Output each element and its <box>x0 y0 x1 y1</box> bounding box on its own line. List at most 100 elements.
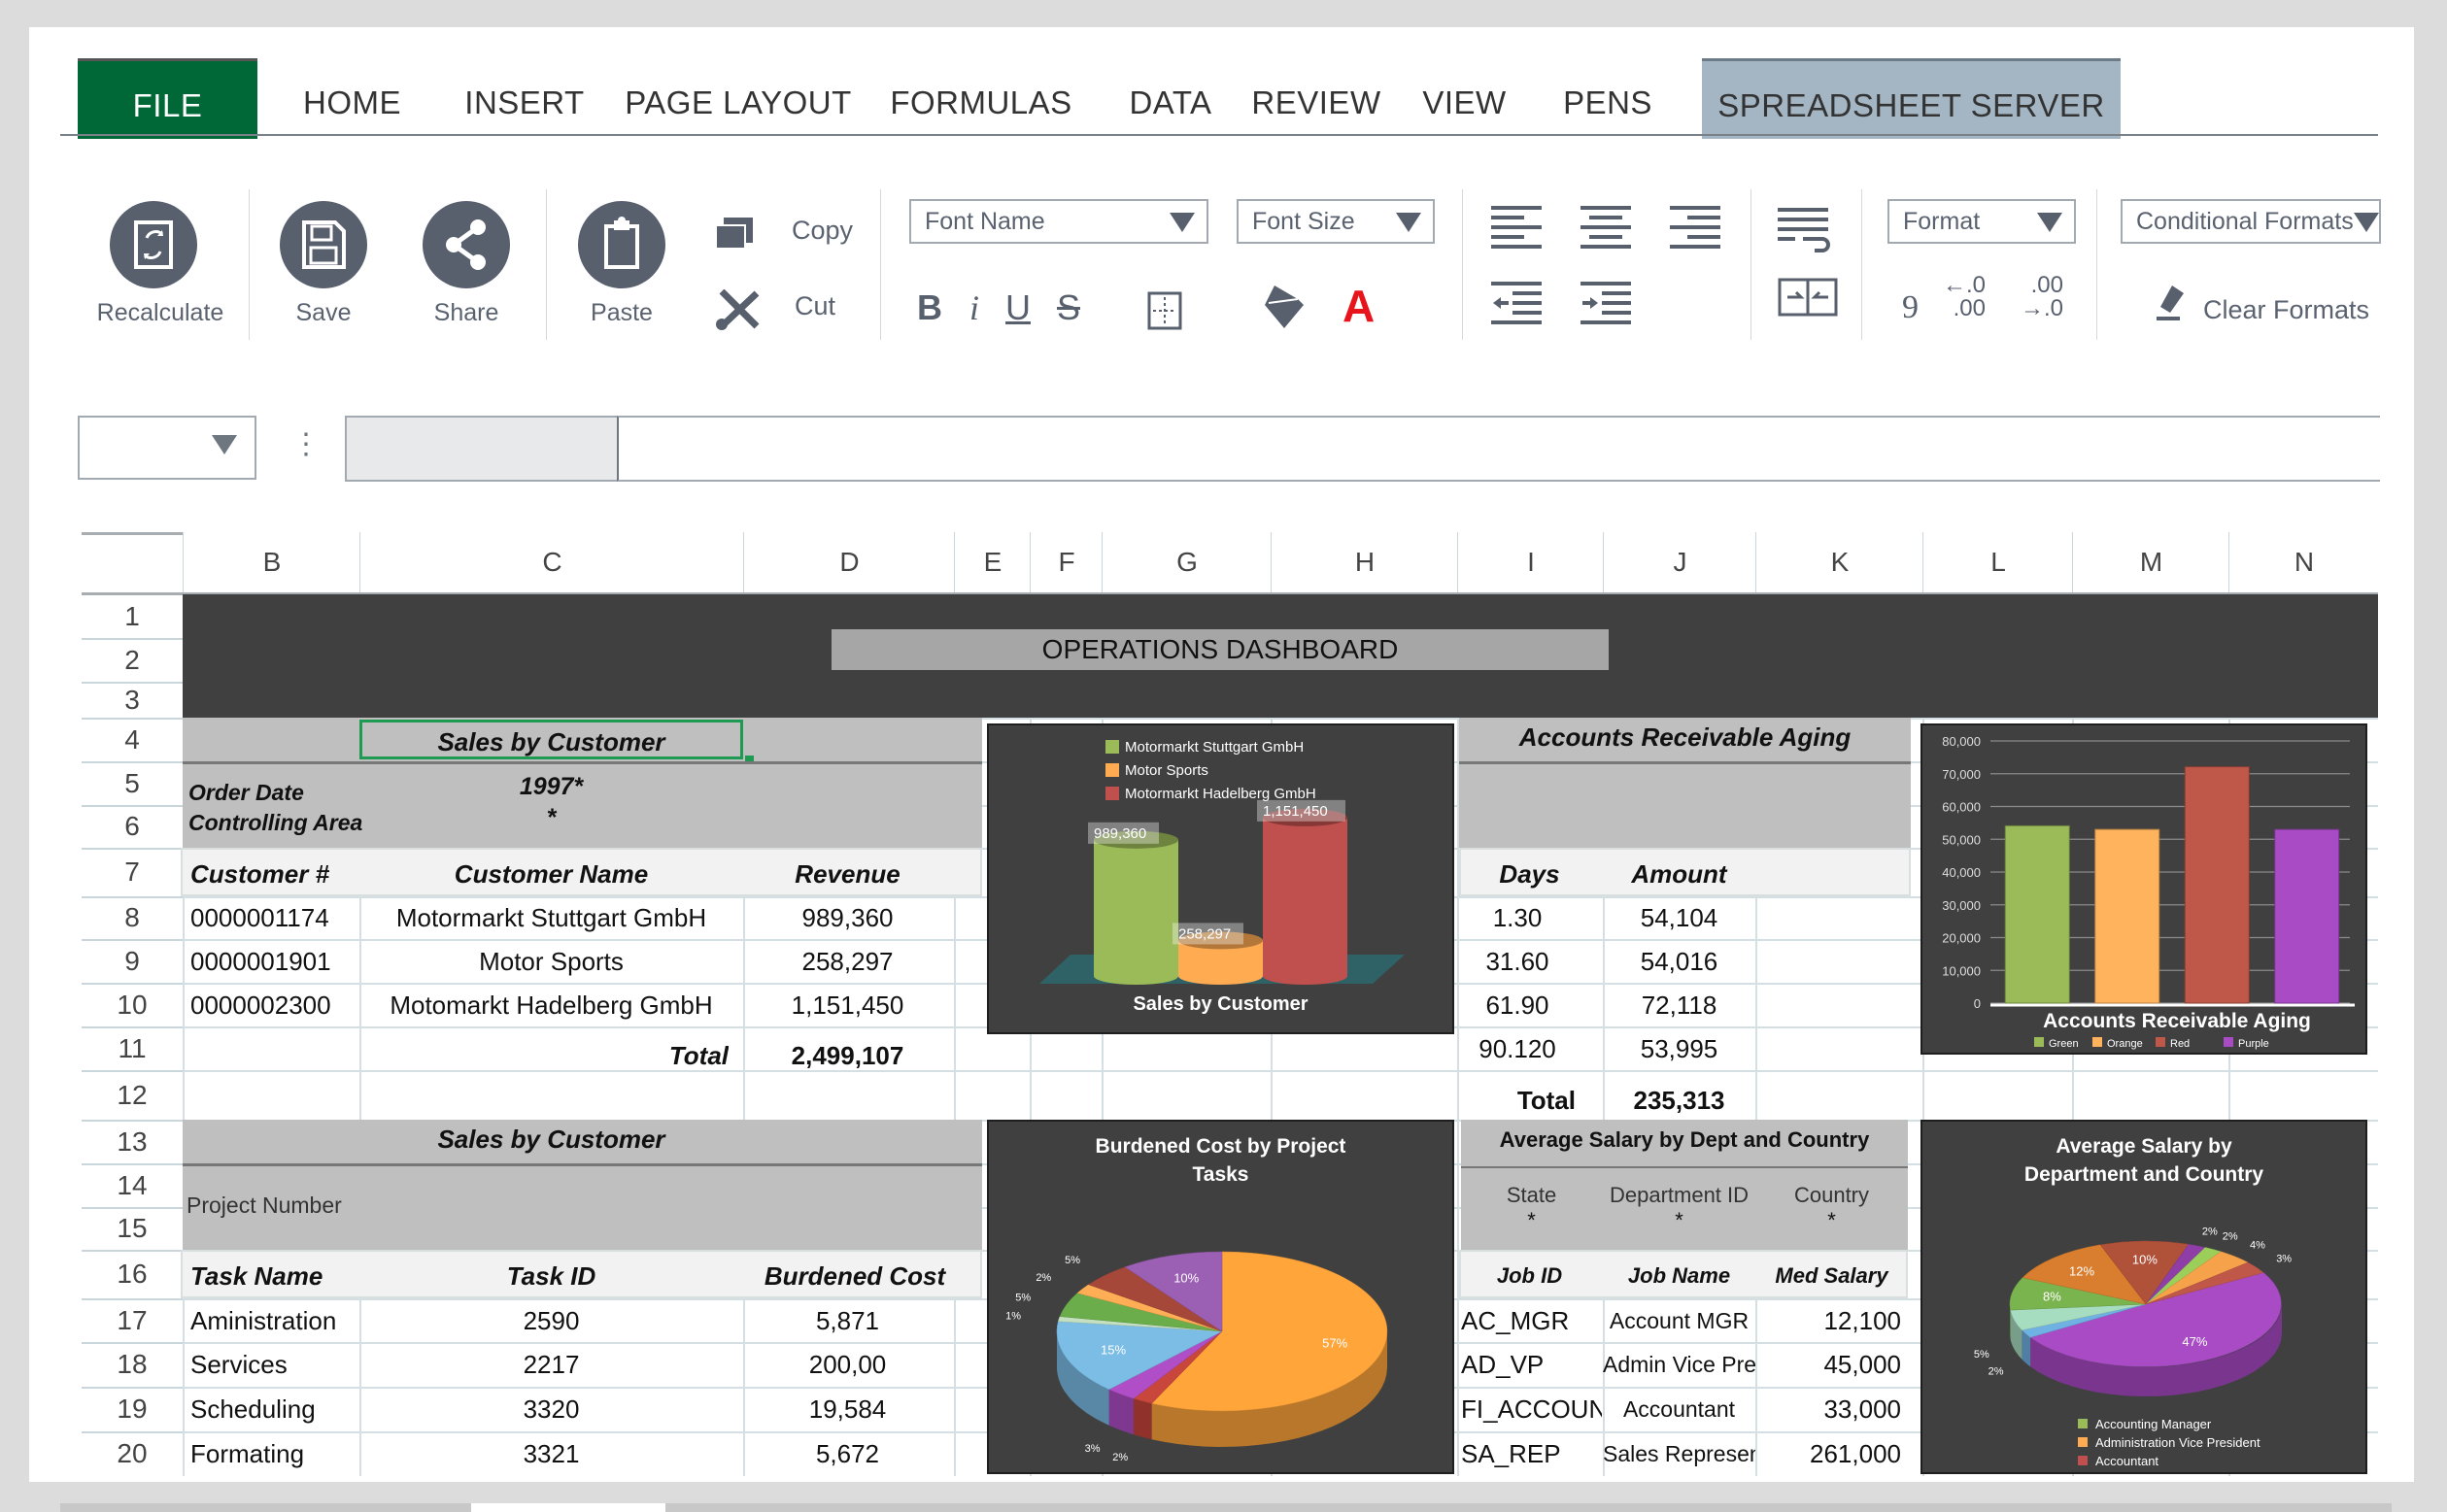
tab-formulas[interactable]: FORMULAS <box>889 58 1073 136</box>
accounts-receivable-chart[interactable]: 0 10,000 20,000 30,000 40,000 50,000 60,000 70,… <box>1920 723 2367 1055</box>
row-header-14[interactable]: 14 <box>82 1163 183 1209</box>
font-size-dropdown[interactable]: Font Size <box>1237 199 1435 244</box>
filter-value-order-date[interactable]: 1997* <box>359 773 743 801</box>
column-header-h[interactable]: H <box>1271 532 1458 592</box>
ar-filter-area <box>1459 764 1911 848</box>
tab-home[interactable]: HOME <box>287 58 418 136</box>
italic-button[interactable]: i <box>969 287 979 328</box>
tab-insert[interactable]: INSERT <box>457 58 593 136</box>
sales-cell: 1,151,450 <box>791 990 904 1020</box>
align-right-icon[interactable] <box>1670 204 1722 249</box>
column-header-g[interactable]: G <box>1102 532 1272 592</box>
copy-button[interactable]: Copy <box>792 216 853 246</box>
row-header-7[interactable]: 7 <box>82 848 183 898</box>
sales-cell: 0000001174 <box>190 903 329 932</box>
task-cell: Aministration <box>190 1305 337 1335</box>
tab-page-layout[interactable]: PAGE LAYOUT <box>622 58 855 136</box>
clear-formats-button[interactable]: Clear Formats <box>2203 295 2369 325</box>
decrease-decimal-button[interactable]: .00 →.0 <box>2021 274 2063 320</box>
pie-data-label: 4% <box>2250 1240 2265 1252</box>
recalculate-button[interactable] <box>110 201 197 288</box>
spreadsheet-grid[interactable]: BCDEFGHIJKLMN 1 2 3 4 5 6 7 8 9 10 11 12 13 14 15 16 17 1… <box>82 532 2378 1476</box>
column-header-c[interactable]: C <box>359 532 744 592</box>
row-header-10[interactable]: 10 <box>82 983 183 1028</box>
row-header-2[interactable]: 2 <box>82 638 183 684</box>
formula-bar-menu-icon[interactable]: ⋮ <box>291 427 321 461</box>
sales-table-title[interactable]: Sales by Customer <box>359 720 743 759</box>
row-header-18[interactable]: 18 <box>82 1342 183 1389</box>
name-box[interactable] <box>78 416 256 480</box>
row-header-16[interactable]: 16 <box>82 1250 183 1300</box>
copy-icon[interactable] <box>714 216 759 251</box>
fill-color-icon[interactable] <box>1261 284 1309 332</box>
merge-cells-icon[interactable] <box>1778 278 1838 317</box>
salary-filter-value[interactable]: * <box>1603 1208 1755 1233</box>
bar-base <box>1094 967 1178 985</box>
average-salary-chart[interactable]: Average Salary by Department and Country 4… <box>1920 1120 2367 1474</box>
column-header-j[interactable]: J <box>1603 532 1756 592</box>
row-header-11[interactable]: 11 <box>82 1026 183 1072</box>
pie-data-label: 10% <box>2132 1253 2158 1267</box>
row-header-6[interactable]: 6 <box>82 805 183 850</box>
pie-slice-side <box>1133 1398 1152 1440</box>
row-header-12[interactable]: 12 <box>82 1070 183 1122</box>
font-color-button[interactable]: A <box>1342 280 1375 332</box>
tab-view[interactable]: VIEW <box>1418 58 1511 136</box>
save-button[interactable] <box>280 201 367 288</box>
tab-pens[interactable]: PENS <box>1554 58 1661 136</box>
row-header-20[interactable]: 20 <box>82 1431 183 1476</box>
column-header-k[interactable]: K <box>1755 532 1923 592</box>
increase-indent-icon[interactable] <box>1580 280 1633 324</box>
row-header-4[interactable]: 4 <box>82 718 183 763</box>
column-header-i[interactable]: I <box>1457 532 1604 592</box>
share-button[interactable] <box>423 201 510 288</box>
row-header-5[interactable]: 5 <box>82 761 183 807</box>
tab-file[interactable]: FILE <box>78 58 257 139</box>
column-header-f[interactable]: F <box>1030 532 1103 592</box>
ar-cell: 90.120 <box>1478 1033 1556 1063</box>
format-dropdown[interactable]: Format <box>1887 199 2076 244</box>
cut-button[interactable]: Cut <box>795 291 835 321</box>
comma-style-button[interactable]: 9 <box>1902 289 1919 326</box>
column-header-n[interactable]: N <box>2228 532 2378 592</box>
tab-review[interactable]: REVIEW <box>1248 58 1384 136</box>
align-left-icon[interactable] <box>1491 204 1544 249</box>
burdened-cost-chart[interactable]: Burdened Cost by Project Tasks 57% 2% 3% 15% 1… <box>987 1120 1454 1474</box>
sales-by-customer-chart[interactable]: Motormarkt Stuttgart GmbH Motor Sports Mot… <box>987 723 1454 1034</box>
row-header-15[interactable]: 15 <box>82 1207 183 1252</box>
column-header-d[interactable]: D <box>743 532 955 592</box>
row-header-19[interactable]: 19 <box>82 1387 183 1433</box>
wrap-text-icon[interactable] <box>1778 206 1832 256</box>
row-header-3[interactable]: 3 <box>82 682 183 720</box>
bold-button[interactable]: B <box>917 287 942 328</box>
sheet-tab[interactable] <box>471 1503 665 1512</box>
formula-input[interactable] <box>617 416 2380 482</box>
salary-filter-value[interactable]: * <box>1461 1208 1602 1233</box>
salary-filter-label: Department ID <box>1609 1183 1750 1207</box>
underline-button[interactable]: U <box>1005 287 1031 328</box>
cut-icon[interactable] <box>714 289 763 330</box>
paste-button[interactable] <box>578 201 665 288</box>
row-header-8[interactable]: 8 <box>82 896 183 941</box>
tab-spreadsheet-server[interactable]: SPREADSHEET SERVER <box>1702 58 2121 139</box>
font-name-dropdown[interactable]: Font Name <box>909 199 1208 244</box>
salary-filter-value[interactable]: * <box>1755 1208 1908 1233</box>
filter-value-controlling-area[interactable]: * <box>359 804 743 832</box>
column-header-b[interactable]: B <box>183 532 360 592</box>
column-header-e[interactable]: E <box>954 532 1031 592</box>
row-header-17[interactable]: 17 <box>82 1298 183 1344</box>
tab-data[interactable]: DATA <box>1117 58 1224 136</box>
conditional-formats-dropdown[interactable]: Conditional Formats <box>2121 199 2381 244</box>
row-header-13[interactable]: 13 <box>82 1120 183 1165</box>
borders-icon[interactable] <box>1147 291 1182 330</box>
column-header-l[interactable]: L <box>1922 532 2073 592</box>
row-header-9[interactable]: 9 <box>82 939 183 985</box>
ar-total-value: 235,313 <box>1633 1086 1725 1115</box>
align-center-icon[interactable] <box>1580 204 1633 249</box>
decrease-indent-icon[interactable] <box>1491 280 1544 324</box>
increase-decimal-button[interactable]: ←.0.00 <box>1943 274 1986 320</box>
column-header-m[interactable]: M <box>2072 532 2229 592</box>
strikethrough-button[interactable]: S <box>1057 287 1080 328</box>
formula-bar-function-area[interactable] <box>345 416 619 482</box>
row-header-1[interactable]: 1 <box>82 594 183 640</box>
